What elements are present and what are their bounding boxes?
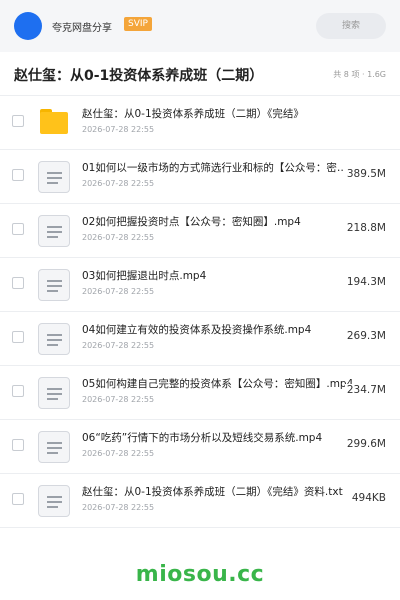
file-icon — [38, 377, 70, 409]
list-item[interactable]: 05如何构建自己完整的投资体系【公众号：密知圈】.mp4 2026-07-28 … — [0, 366, 400, 420]
file-size: 234.7M — [344, 384, 386, 396]
list-item[interactable]: 01如何以一级市场的方式筛选行业和标的【公众号：密知圈】.mp4 2026-07… — [0, 150, 400, 204]
folder-icon — [38, 107, 70, 139]
file-icon — [38, 269, 70, 301]
file-icon — [38, 323, 70, 355]
file-icon — [38, 431, 70, 463]
row-checkbox[interactable] — [12, 493, 24, 505]
file-name: 赵仕玺：从0-1投资体系养成班（二期）《完结》资料.txt — [82, 486, 343, 498]
row-checkbox[interactable] — [12, 385, 24, 397]
file-name: 06“吃药”行情下的市场分析以及短线交易系统.mp4 — [82, 432, 323, 444]
share-name: 夸克网盘分享 — [52, 23, 112, 34]
file-icon — [38, 485, 70, 517]
share-header: 夸克网盘分享 SVIP — [0, 0, 400, 52]
title-bar: 赵仕玺：从0-1投资体系养成班（二期） 共 8 项 · 1.6G — [0, 52, 400, 96]
file-name: 01如何以一级市场的方式筛选行业和标的【公众号：密知圈】.mp4 — [82, 162, 354, 174]
row-checkbox[interactable] — [12, 277, 24, 289]
file-icon — [38, 161, 70, 193]
row-checkbox[interactable] — [12, 223, 24, 235]
file-name: 03如何把握退出时点.mp4 — [82, 270, 207, 282]
file-date: 2026-07-28 22:55 — [82, 341, 155, 350]
list-item[interactable]: 赵仕玺：从0-1投资体系养成班（二期）《完结》 2026-07-28 22:55 — [0, 96, 400, 150]
row-checkbox[interactable] — [12, 439, 24, 451]
item-summary: 共 8 项 · 1.6G — [333, 70, 386, 79]
list-item[interactable]: 03如何把握退出时点.mp4 2026-07-28 22:55 194.3M — [0, 258, 400, 312]
file-size: 494KB — [349, 492, 386, 504]
file-size: 218.8M — [344, 222, 386, 234]
file-size: 269.3M — [344, 330, 386, 342]
row-checkbox[interactable] — [12, 169, 24, 181]
file-date: 2026-07-28 22:55 — [82, 503, 155, 512]
row-checkbox[interactable] — [12, 331, 24, 343]
list-item[interactable]: 02如何把握投资时点【公众号：密知圈】.mp4 2026-07-28 22:55… — [0, 204, 400, 258]
search-input[interactable] — [316, 13, 386, 39]
file-date: 2026-07-28 22:55 — [82, 395, 155, 404]
file-date: 2026-07-28 22:55 — [82, 287, 155, 296]
file-name: 赵仕玺：从0-1投资体系养成班（二期）《完结》 — [82, 108, 304, 120]
file-date: 2026-07-28 22:55 — [82, 449, 155, 458]
file-date: 2026-07-28 22:55 — [82, 125, 155, 134]
file-name: 04如何建立有效的投资体系及投资操作系统.mp4 — [82, 324, 312, 336]
row-checkbox[interactable] — [12, 115, 24, 127]
file-list: 赵仕玺：从0-1投资体系养成班（二期）《完结》 2026-07-28 22:55… — [0, 96, 400, 528]
file-size: 299.6M — [344, 438, 386, 450]
file-size: 389.5M — [344, 168, 386, 180]
avatar[interactable] — [14, 12, 42, 40]
file-name: 05如何构建自己完整的投资体系【公众号：密知圈】.mp4 — [82, 378, 354, 390]
page-title: 赵仕玺：从0-1投资体系养成班（二期） — [14, 68, 264, 84]
list-item[interactable]: 04如何建立有效的投资体系及投资操作系统.mp4 2026-07-28 22:5… — [0, 312, 400, 366]
file-icon — [38, 215, 70, 247]
file-date: 2026-07-28 22:55 — [82, 179, 155, 188]
file-size: 194.3M — [344, 276, 386, 288]
file-date: 2026-07-28 22:55 — [82, 233, 155, 242]
svip-badge: SVIP — [124, 17, 152, 31]
list-item[interactable]: 06“吃药”行情下的市场分析以及短线交易系统.mp4 2026-07-28 22… — [0, 420, 400, 474]
list-item[interactable]: 赵仕玺：从0-1投资体系养成班（二期）《完结》资料.txt 2026-07-28… — [0, 474, 400, 528]
site-watermark: miosou.cc — [135, 562, 265, 587]
file-name: 02如何把握投资时点【公众号：密知圈】.mp4 — [82, 216, 301, 228]
